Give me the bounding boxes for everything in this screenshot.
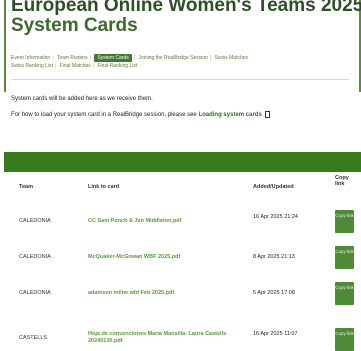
- cell-date: 16 Apr 2025 21:24: [253, 214, 298, 220]
- cell-date: 8 Apr 2025 21:13: [253, 254, 295, 260]
- table-row: CALEDONIA adamson milne wbf Feb 2025.pdf…: [4, 277, 361, 313]
- nav-item-system-cards[interactable]: System Cards: [94, 54, 132, 62]
- nav-item-team-rosters[interactable]: Team Rosters: [57, 55, 88, 61]
- table-header: Team Link to card Added/Updated Copy lin…: [4, 172, 361, 204]
- table-row: CALEDONIA McQuaker-McGowan WBF 2025.pdf …: [4, 241, 361, 277]
- cell-card-link[interactable]: adamson milne wbf Feb 2025.pdf: [88, 290, 268, 296]
- nav-separator: |: [133, 55, 136, 61]
- nav-item-swiss-ranking-list[interactable]: Swiss Ranking List: [11, 63, 53, 69]
- nav-separator: |: [52, 55, 54, 61]
- page-title-line1: European Online Women's Teams 2025 -: [11, 0, 361, 16]
- cell-date: 5 Apr 2025 17:08: [253, 290, 295, 296]
- copy-link-button[interactable]: Copy link: [335, 282, 354, 305]
- cell-team: CALEDONIA: [19, 254, 51, 260]
- divider: [11, 79, 349, 80]
- copy-link-button[interactable]: Copy link: [335, 246, 354, 269]
- copy-link-button[interactable]: Copy link: [335, 328, 354, 351]
- nav-separator: |: [92, 63, 95, 69]
- page-title-line2: System Cards: [11, 15, 138, 36]
- nav-item-joining-session[interactable]: Joining the RealBridge Session: [138, 55, 208, 61]
- cell-card-link[interactable]: CC Sam Punch & Jen Middleton.pdf: [88, 218, 268, 224]
- nav-separator: |: [54, 63, 57, 69]
- col-header-team: Team: [19, 184, 33, 190]
- table-row: CASTELLS Hoja de convenciones Maria Mans…: [4, 322, 361, 351]
- nav-item-event-information[interactable]: Event Information: [11, 55, 50, 61]
- info-load-text: For how to load your system card in a Re…: [11, 111, 271, 119]
- col-header-added: Added/Updated: [253, 184, 294, 190]
- table-header-band: [4, 152, 361, 172]
- cell-team: CALEDONIA: [19, 218, 51, 224]
- cell-card-link[interactable]: Hoja de convenciones Maria Mansilla- Lau…: [88, 331, 238, 345]
- cell-team: CASTELLS: [19, 335, 48, 341]
- cell-card-link[interactable]: McQuaker-McGowan WBF 2025.pdf: [88, 254, 268, 260]
- col-header-link: Link to card: [88, 184, 120, 190]
- nav-item-final-ranking-list[interactable]: Final Ranking List: [98, 63, 138, 69]
- info-text: System cards will be added here as we re…: [11, 96, 153, 102]
- col-header-copy: Copy link: [335, 175, 349, 187]
- copy-link-button[interactable]: Copy link: [335, 210, 354, 233]
- document-icon: [265, 111, 271, 118]
- info-load-prefix: For how to load your system card in a Re…: [11, 112, 197, 119]
- cell-date: 16 Apr 2025 11:07: [253, 331, 298, 337]
- nav-separator: |: [209, 55, 212, 61]
- loading-system-cards-link[interactable]: Loading system cards: [198, 112, 261, 118]
- page-nav: Event Information | Team Rosters | System …: [11, 54, 341, 70]
- nav-separator: |: [89, 55, 91, 61]
- nav-item-final-matches[interactable]: Final Matches: [60, 63, 91, 69]
- nav-item-swiss-matches[interactable]: Swiss Matches: [215, 55, 248, 61]
- cell-team: CALEDONIA: [19, 290, 51, 296]
- table-row: CALEDONIA CC Sam Punch & Jen Middleton.p…: [4, 205, 361, 241]
